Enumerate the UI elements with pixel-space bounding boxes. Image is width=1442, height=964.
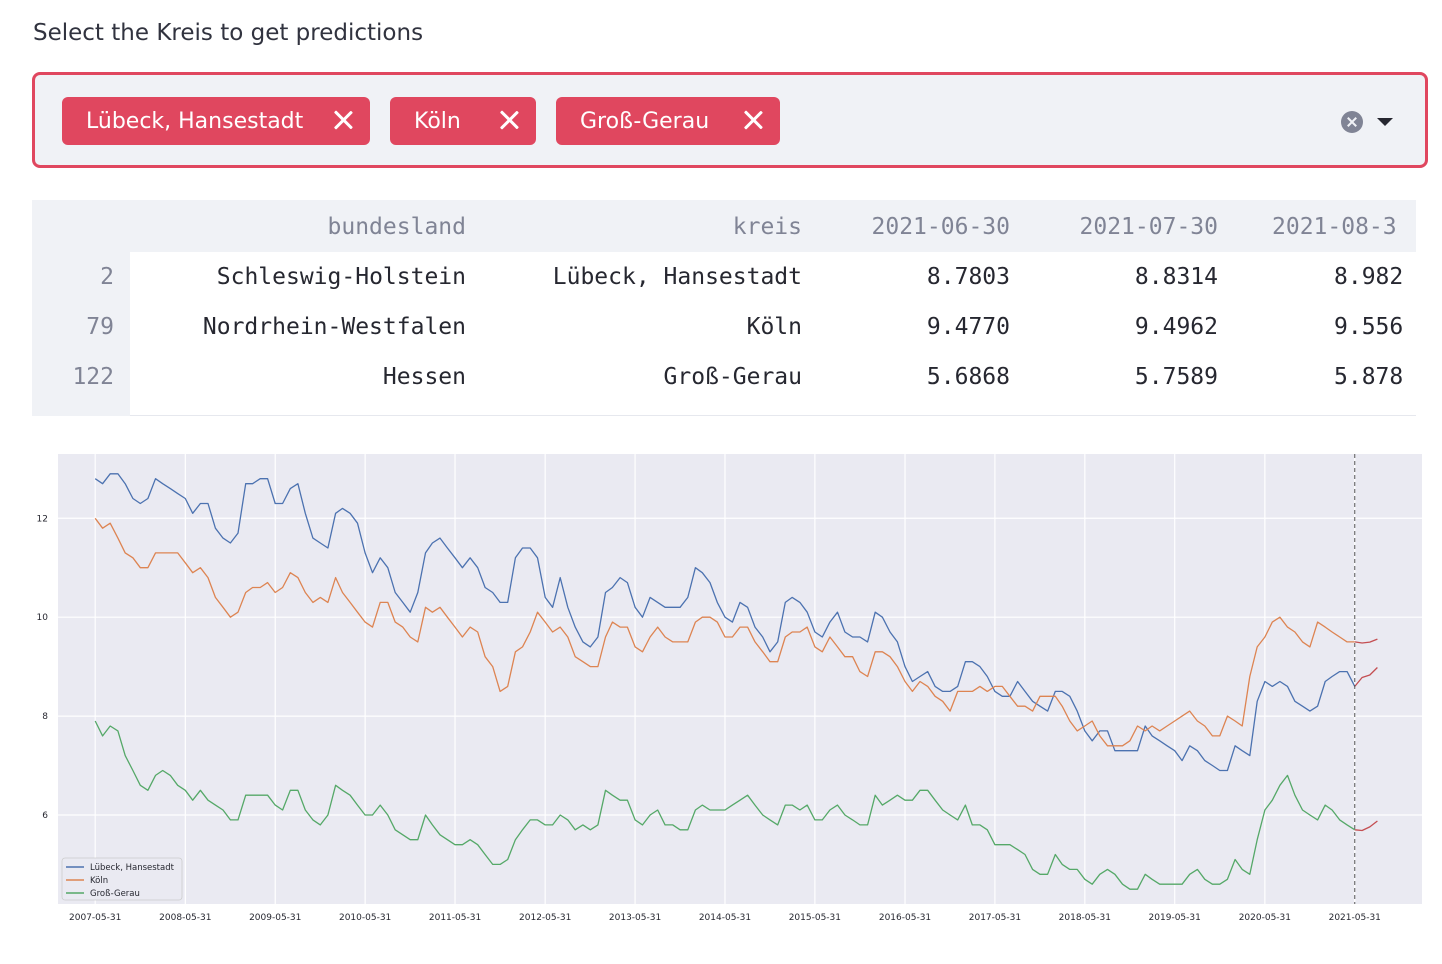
legend-label: Köln: [90, 876, 108, 886]
table-cell[interactable]: 8.7803: [822, 252, 1010, 302]
table-cell[interactable]: Lübeck, Hansestadt: [486, 252, 802, 302]
dataframe: bundesland kreis 2021-06-30 2021-07-30 2…: [32, 200, 1416, 416]
column-header-2021-06-30[interactable]: 2021-06-30: [822, 202, 1010, 252]
legend-label: Groß-Gerau: [90, 889, 140, 899]
x-tick-label: 2016-05-31: [879, 913, 931, 923]
table-cell[interactable]: 9.4962: [1030, 302, 1218, 352]
line-chart-svg: 6 8 10 12 2007-05-31 2008-05-31 2009-05-31 2010…: [37, 454, 1422, 923]
row-index: 2: [100, 264, 114, 290]
table-cell[interactable]: Nordrhein-Westfalen: [152, 302, 466, 352]
tag-label: Köln: [414, 108, 461, 134]
table-cell[interactable]: 9.556: [1334, 302, 1416, 352]
legend: Lübeck, Hansestadt Köln Groß-Gerau: [61, 857, 183, 901]
table-cell[interactable]: Schleswig-Holstein: [152, 252, 466, 302]
table-cell[interactable]: 5.6868: [822, 352, 1010, 402]
x-tick-label: 2013-05-31: [609, 913, 661, 923]
x-tick-label: 2021-05-31: [1329, 913, 1381, 923]
column-header-2021-07-30[interactable]: 2021-07-30: [1030, 202, 1218, 252]
row-index: 79: [86, 314, 114, 340]
multiselect-label: Select the Kreis to get predictions: [33, 20, 424, 46]
row-index: 122: [72, 364, 114, 390]
table-cell[interactable]: 5.7589: [1030, 352, 1218, 402]
x-tick-label: 2008-05-31: [159, 913, 211, 923]
tag-label: Lübeck, Hansestadt: [86, 108, 304, 134]
selected-tag-gross-gerau: Groß-Gerau: [556, 97, 780, 145]
selected-tag-luebeck: Lübeck, Hansestadt: [62, 97, 370, 145]
x-tick-label: 2007-05-31: [69, 913, 121, 923]
x-tick-label: 2019-05-31: [1149, 913, 1201, 923]
clear-circle-icon[interactable]: [1341, 111, 1363, 133]
y-tick-label: 6: [42, 811, 48, 821]
tag-label: Groß-Gerau: [580, 108, 710, 134]
close-icon[interactable]: [498, 109, 520, 131]
table-cell[interactable]: Groß-Gerau: [486, 352, 802, 402]
y-tick-label: 8: [42, 712, 48, 722]
y-tick-label: 10: [37, 613, 49, 623]
x-tick-label: 2020-05-31: [1239, 913, 1291, 923]
y-tick-label: 12: [37, 514, 48, 524]
x-tick-label: 2014-05-31: [699, 913, 751, 923]
column-header-kreis[interactable]: kreis: [486, 202, 802, 252]
x-tick-label: 2012-05-31: [519, 913, 571, 923]
x-tick-label: 2011-05-31: [429, 913, 481, 923]
table-cell[interactable]: Hessen: [152, 352, 466, 402]
x-tick-label: 2017-05-31: [969, 913, 1021, 923]
x-tick-label: 2009-05-31: [249, 913, 301, 923]
close-icon[interactable]: [742, 109, 764, 131]
kreis-multiselect[interactable]: Lübeck, Hansestadt Köln Groß-Gerau: [32, 72, 1428, 168]
x-tick-label: 2010-05-31: [339, 913, 391, 923]
caret-down-icon[interactable]: [1377, 118, 1393, 126]
table-cell[interactable]: 8.8314: [1030, 252, 1218, 302]
close-icon[interactable]: [332, 109, 354, 131]
table-cell[interactable]: 9.4770: [822, 302, 1010, 352]
x-tick-label: 2018-05-31: [1059, 913, 1111, 923]
table-cell[interactable]: 8.982: [1334, 252, 1416, 302]
plot-area: [58, 454, 1422, 904]
legend-label: Lübeck, Hansestadt: [90, 863, 175, 873]
selected-tag-koeln: Köln: [390, 97, 536, 145]
table-cell[interactable]: Köln: [486, 302, 802, 352]
prediction-chart: 6 8 10 12 2007-05-31 2008-05-31 2009-05-31 2010…: [0, 440, 1442, 964]
table-cell[interactable]: 5.878: [1334, 352, 1416, 402]
column-header-2021-08[interactable]: 2021-08-3: [1272, 202, 1416, 252]
x-tick-label: 2015-05-31: [789, 913, 841, 923]
column-header-bundesland[interactable]: bundesland: [152, 202, 466, 252]
